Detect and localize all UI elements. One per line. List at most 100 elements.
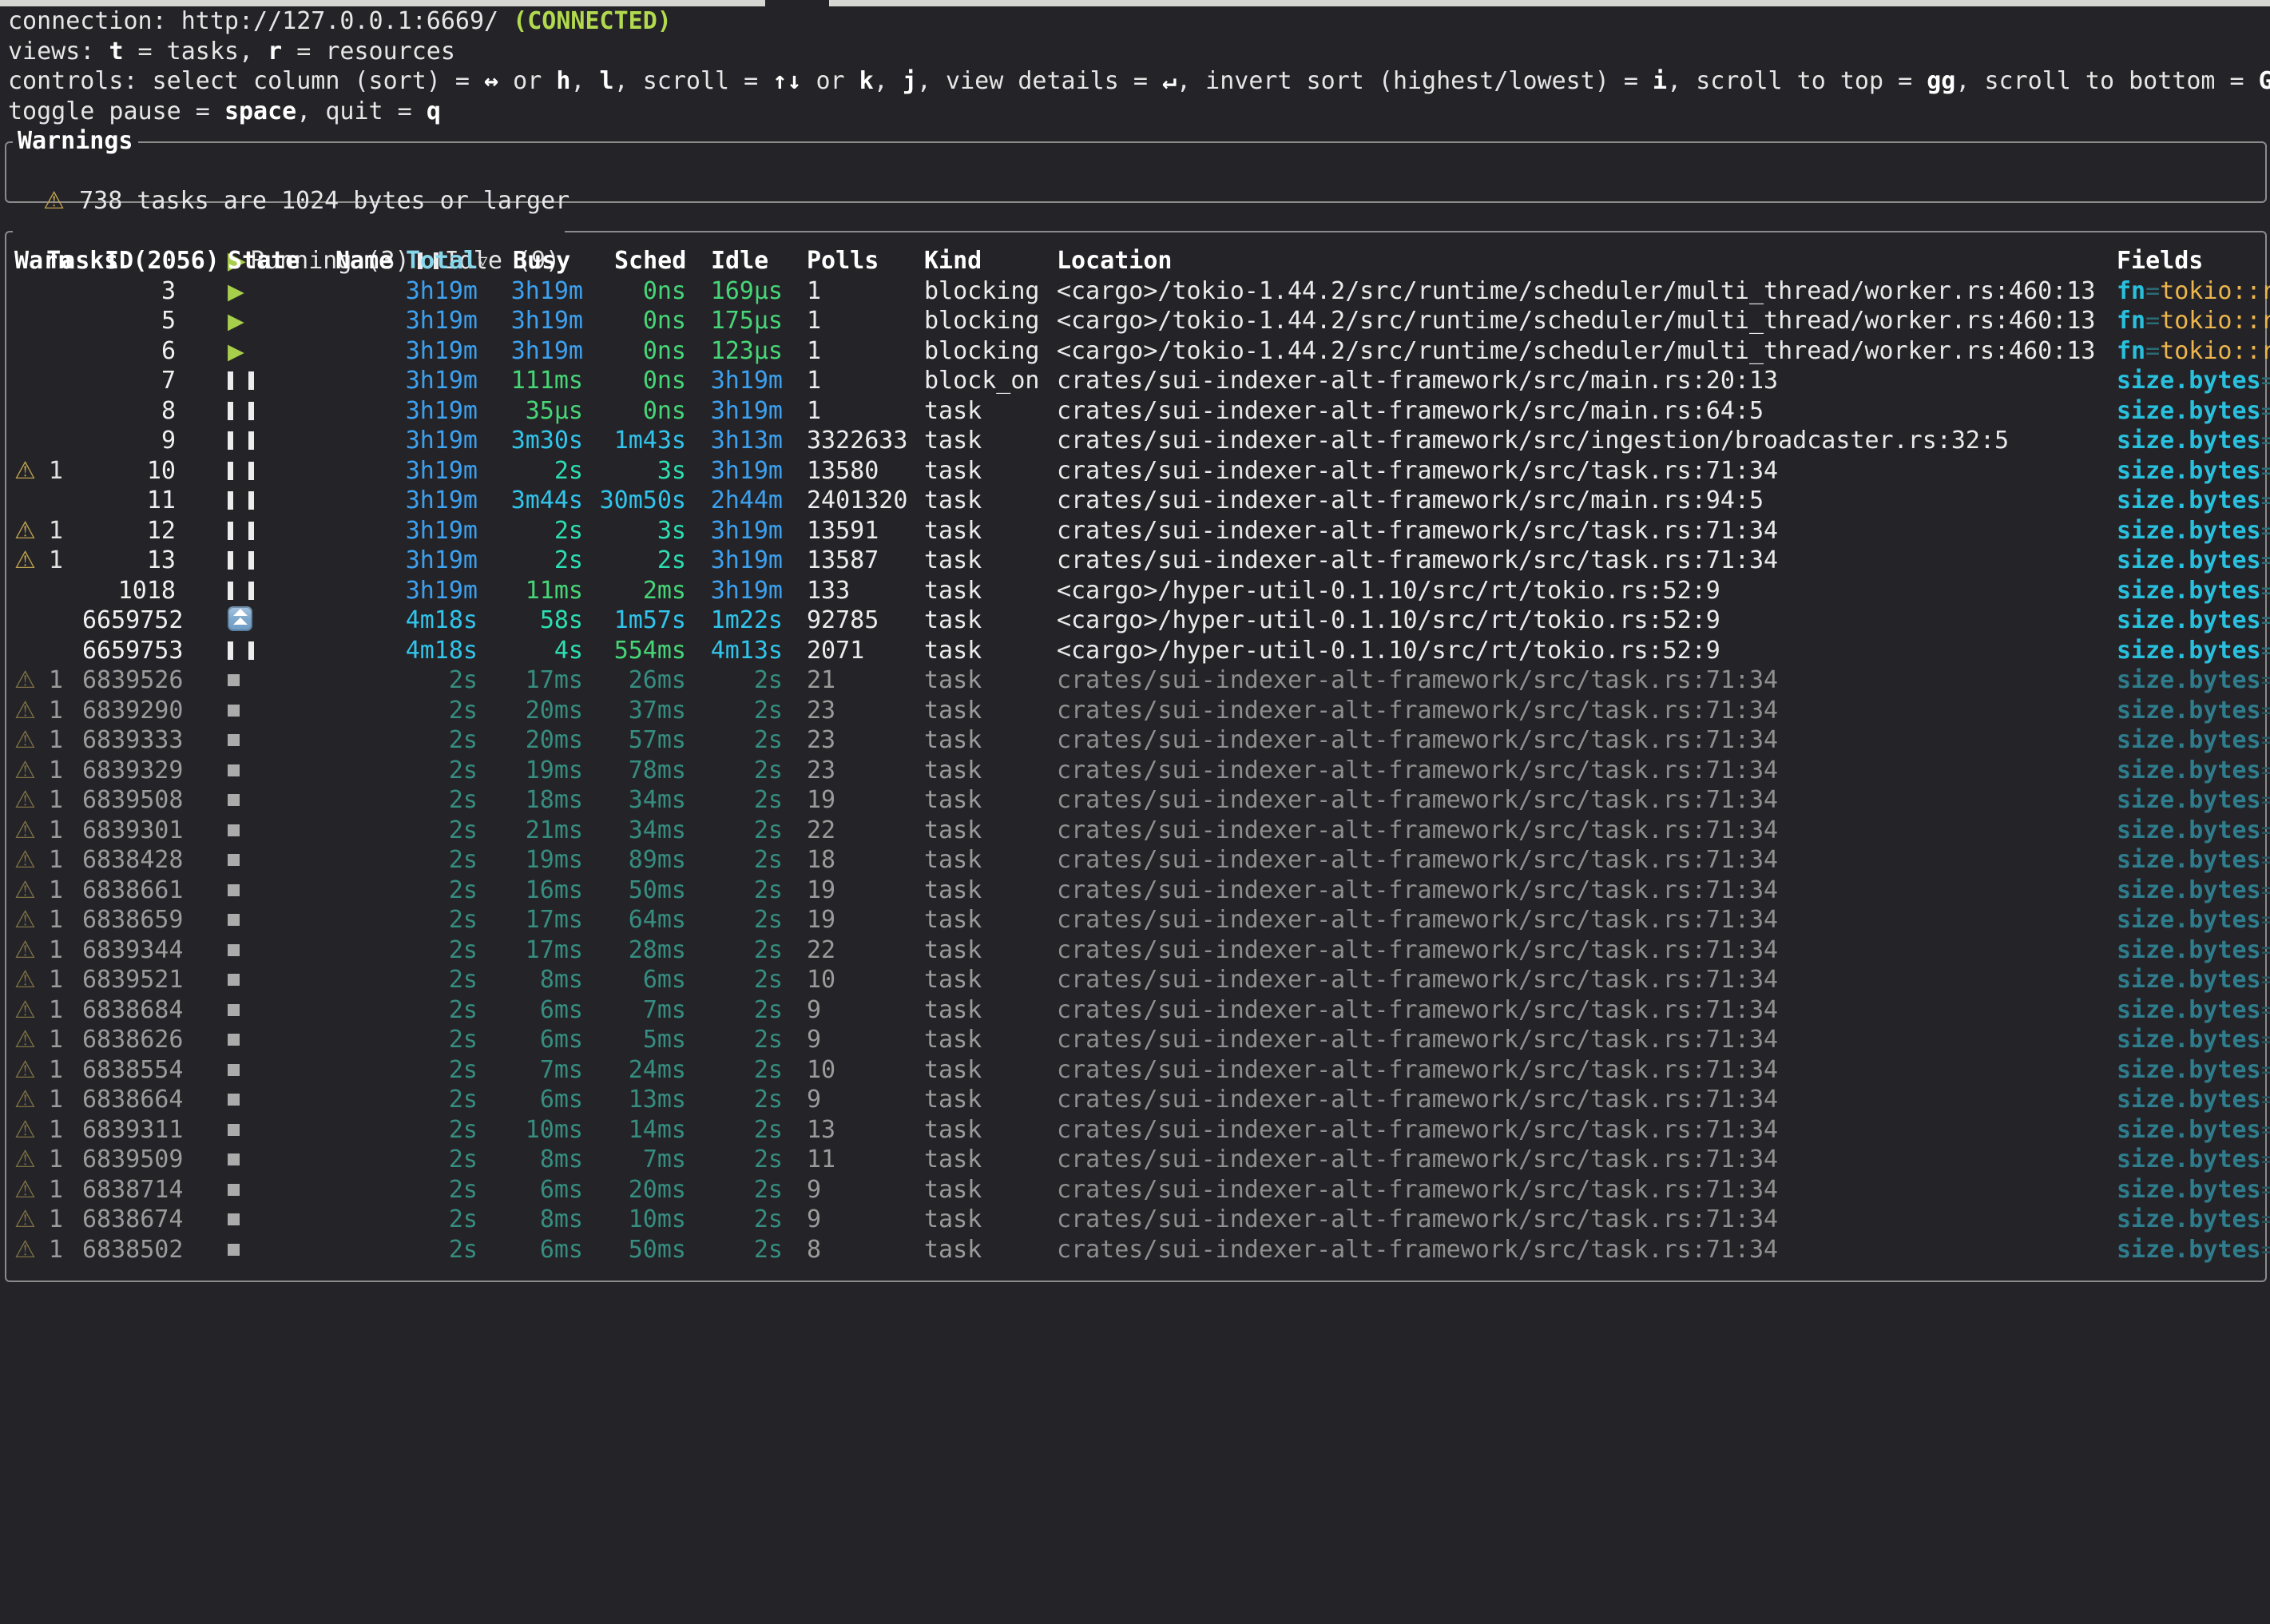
task-row-6839333[interactable]: ⚠1 6839333 2s 20ms 57ms 2s 23 task crate… (6, 725, 2270, 756)
column-header-total-sorted[interactable]: Total▿ (406, 246, 510, 276)
field-key: size.bytes (2117, 397, 2261, 425)
task-row-6838661[interactable]: ⚠1 6838661 2s 16ms 50ms 2s 19 task crate… (6, 876, 2270, 906)
column-header-location[interactable]: Location (1057, 246, 1376, 276)
task-busy-cell: 6ms (478, 995, 583, 1026)
text-segment: j (903, 67, 917, 95)
task-row-6838554[interactable]: ⚠1 6838554 2s 7ms 24ms 2s 10 task crates… (6, 1055, 2270, 1086)
warning-count: 1 (49, 965, 63, 995)
task-state-cell (228, 606, 315, 636)
task-row-10[interactable]: ⚠1 10 3h19m 2s 3s 3h19m 13580 task crate… (6, 456, 2270, 486)
task-state-cell (228, 516, 315, 546)
task-location-cell: crates/sui-indexer-alt-framework/src/tas… (1057, 1085, 2117, 1115)
task-id-cell: 6659753 (82, 636, 176, 666)
text-segment: l (600, 67, 614, 95)
task-sched-cell: 78ms (583, 756, 686, 786)
task-state-cell (228, 1235, 315, 1265)
task-row-6659752[interactable]: 6659752 4m18s 58s 1m57s 1m22s 92785 task… (6, 606, 2270, 636)
field-equals: = (2261, 546, 2270, 574)
task-row-6838659[interactable]: ⚠1 6838659 2s 17ms 64ms 2s 19 task crate… (6, 905, 2270, 935)
task-row-6839290[interactable]: ⚠1 6839290 2s 20ms 37ms 2s 23 task crate… (6, 696, 2270, 726)
task-idle-cell: 1m22s (686, 606, 783, 636)
task-row-8[interactable]: 8 3h19m 35µs 0ns 3h19m 1 task crates/sui… (6, 396, 2270, 427)
task-row-3[interactable]: 3 3h19m 3h19m 0ns 169µs 1 blocking <carg… (6, 276, 2270, 307)
state-idle-icon (228, 551, 254, 570)
task-row-6839301[interactable]: ⚠1 6839301 2s 21ms 34ms 2s 22 task crate… (6, 816, 2270, 846)
task-polls-cell: 8 (807, 1235, 919, 1265)
task-polls-cell: 22 (807, 816, 919, 846)
task-row-6[interactable]: 6 3h19m 3h19m 0ns 123µs 1 blocking <carg… (6, 336, 2270, 367)
task-row-6839344[interactable]: ⚠1 6839344 2s 17ms 28ms 2s 22 task crate… (6, 935, 2270, 966)
task-row-13[interactable]: ⚠1 13 3h19m 2s 2s 3h19m 13587 task crate… (6, 546, 2270, 576)
task-row-6838502[interactable]: ⚠1 6838502 2s 6ms 50ms 2s 8 task crates/… (6, 1235, 2270, 1265)
task-row-6839526[interactable]: ⚠1 6839526 2s 17ms 26ms 2s 21 task crate… (6, 665, 2270, 696)
warning-icon: ⚠ (14, 516, 36, 546)
column-header-polls[interactable]: Polls (807, 246, 903, 276)
task-sched-cell: 554ms (583, 636, 686, 666)
task-kind-cell: task (924, 665, 1050, 696)
task-busy-cell: 19ms (478, 845, 583, 876)
text-segment: , scroll to top = (1667, 67, 1927, 95)
column-header-id[interactable]: ID (105, 246, 177, 276)
task-sched-cell: 50ms (583, 1235, 686, 1265)
column-header-idle[interactable]: Idle (711, 246, 791, 276)
task-id-cell: 10 (82, 456, 176, 486)
task-total-cell: 4m18s (364, 636, 478, 666)
task-polls-cell: 11 (807, 1145, 919, 1175)
task-state-cell (228, 965, 315, 995)
field-value: tokio::r (2160, 307, 2270, 335)
task-polls-cell: 3322633 (807, 426, 919, 456)
task-row-11[interactable]: 11 3h19m 3m44s 30m50s 2h44m 2401320 task… (6, 486, 2270, 516)
task-row-6839521[interactable]: ⚠1 6839521 2s 8ms 6ms 2s 10 task crates/… (6, 965, 2270, 995)
task-row-6838674[interactable]: ⚠1 6838674 2s 8ms 10ms 2s 9 task crates/… (6, 1205, 2270, 1235)
task-row-5[interactable]: 5 3h19m 3h19m 0ns 175µs 1 blocking <carg… (6, 306, 2270, 336)
task-row-6839329[interactable]: ⚠1 6839329 2s 19ms 78ms 2s 23 task crate… (6, 756, 2270, 786)
column-header-busy[interactable]: Busy (513, 246, 601, 276)
field-equals: = (2261, 1086, 2270, 1114)
task-sched-cell: 26ms (583, 665, 686, 696)
task-polls-cell: 9 (807, 995, 919, 1026)
state-dead-icon (228, 1094, 240, 1106)
task-total-cell: 2s (364, 665, 478, 696)
task-warn-cell: ⚠1 (14, 516, 86, 546)
warning-count: 1 (49, 665, 63, 696)
task-row-6838428[interactable]: ⚠1 6838428 2s 19ms 89ms 2s 18 task crate… (6, 845, 2270, 876)
task-row-6838684[interactable]: ⚠1 6838684 2s 6ms 7ms 2s 9 task crates/s… (6, 995, 2270, 1026)
column-header-name[interactable]: Name (335, 246, 415, 276)
column-header-sched[interactable]: Sched (614, 246, 710, 276)
task-total-cell: 2s (364, 995, 478, 1026)
text-segment: k (859, 67, 874, 95)
task-row-7[interactable]: 7 3h19m 111ms 0ns 3h19m 1 block_on crate… (6, 366, 2270, 396)
column-header-state[interactable]: State (228, 246, 323, 276)
task-row-6838664[interactable]: ⚠1 6838664 2s 6ms 13ms 2s 9 task crates/… (6, 1085, 2270, 1115)
task-busy-cell: 18ms (478, 785, 583, 816)
task-polls-cell: 1 (807, 336, 919, 367)
column-header-kind[interactable]: Kind (924, 246, 1020, 276)
task-row-6839508[interactable]: ⚠1 6839508 2s 18ms 34ms 2s 19 task crate… (6, 785, 2270, 816)
task-row-12[interactable]: ⚠1 12 3h19m 2s 3s 3h19m 13591 task crate… (6, 516, 2270, 546)
task-id-cell: 6839526 (82, 665, 176, 696)
text-segment: views: (8, 38, 109, 66)
task-idle-cell: 123µs (686, 336, 783, 367)
task-fields-cell: size.bytes= (2117, 1145, 2270, 1175)
task-location-cell: crates/sui-indexer-alt-framework/src/tas… (1057, 816, 2117, 846)
column-header-warn[interactable]: Warn (14, 246, 94, 276)
task-location-cell: crates/sui-indexer-alt-framework/src/tas… (1057, 1175, 2117, 1205)
task-fields-cell: size.bytes= (2117, 426, 2270, 456)
task-row-6839311[interactable]: ⚠1 6839311 2s 10ms 14ms 2s 13 task crate… (6, 1115, 2270, 1146)
task-fields-cell: fn=tokio::r (2117, 276, 2270, 307)
task-idle-cell: 2s (686, 845, 783, 876)
warning-text: 738 tasks are 1024 bytes or larger (79, 187, 569, 215)
task-row-6659753[interactable]: 6659753 4m18s 4s 554ms 4m13s 2071 task <… (6, 636, 2270, 666)
column-header-fields[interactable]: Fields (2117, 246, 2268, 276)
task-idle-cell: 2s (686, 1085, 783, 1115)
task-row-9[interactable]: 9 3h19m 3m30s 1m43s 3h13m 3322633 task c… (6, 426, 2270, 456)
task-row-6838714[interactable]: ⚠1 6838714 2s 6ms 20ms 2s 9 task crates/… (6, 1175, 2270, 1205)
task-warn-cell (14, 396, 86, 427)
task-row-6838626[interactable]: ⚠1 6838626 2s 6ms 5ms 2s 9 task crates/s… (6, 1025, 2270, 1055)
text-segment: r (268, 38, 282, 66)
task-row-1018[interactable]: 1018 3h19m 11ms 2ms 3h19m 133 task <carg… (6, 576, 2270, 606)
field-key: size.bytes (2117, 486, 2261, 514)
task-row-6839509[interactable]: ⚠1 6839509 2s 8ms 7ms 2s 11 task crates/… (6, 1145, 2270, 1175)
task-location-cell: crates/sui-indexer-alt-framework/src/tas… (1057, 845, 2117, 876)
state-idle-icon (228, 462, 254, 480)
